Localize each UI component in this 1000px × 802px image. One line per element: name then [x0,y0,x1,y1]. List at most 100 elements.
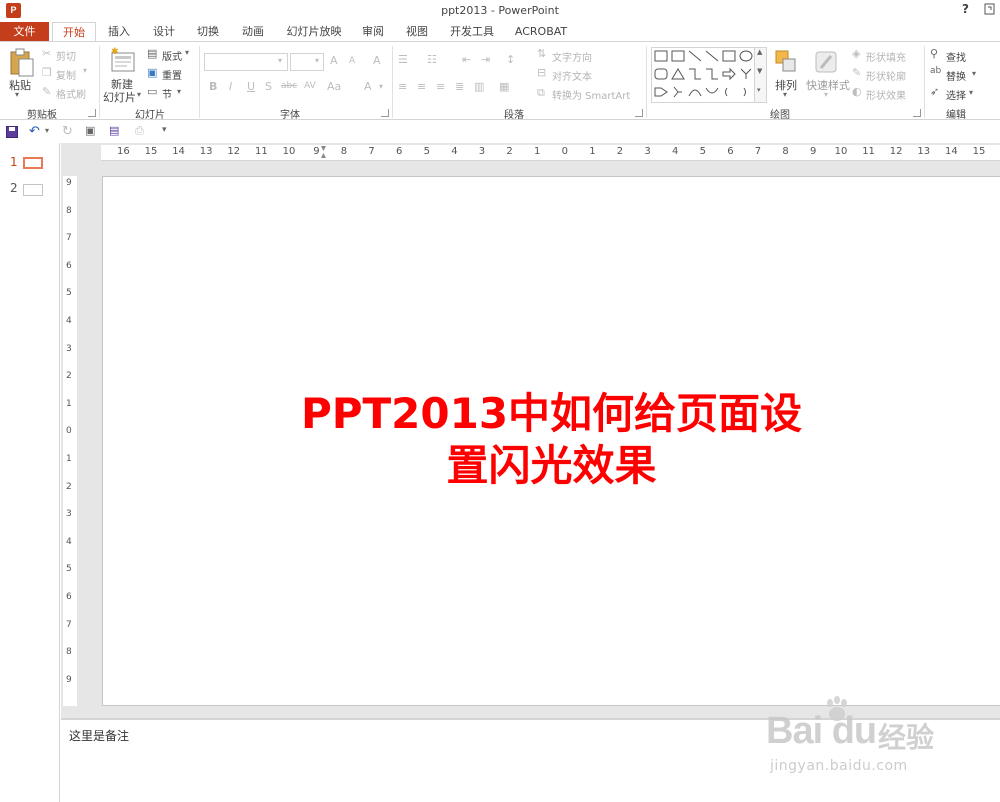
vertical-ruler[interactable]: 9 8 7 6 5 4 3 2 1 0 1 2 3 4 5 6 7 8 9 [63,176,77,706]
paste-button[interactable]: 粘贴 [9,77,31,93]
tab-developer[interactable]: 开发工具 [449,22,495,42]
gallery-up-icon[interactable]: ▲ [757,48,762,56]
underline-icon[interactable]: U [247,80,255,93]
arrange-dropdown-icon[interactable]: ▾ [783,90,787,99]
font-group-label: 字体 [280,110,300,121]
slide-canvas[interactable]: PPT2013中如何给页面设 置闪光效果 [102,176,1000,706]
shape-fill-button[interactable]: 形状填充 [866,49,906,64]
font-launcher-icon[interactable] [381,109,389,117]
select-button[interactable]: 选择 [946,87,966,102]
layout-button[interactable]: 版式 [162,48,182,63]
copy-icon: ❐ [42,66,52,79]
section-button[interactable]: 节 [162,86,172,101]
align-right-icon[interactable]: ≡ [436,80,445,93]
increase-indent-icon[interactable]: ⇥ [481,53,490,66]
tab-design[interactable]: 设计 [152,22,176,42]
justify-icon[interactable]: ≣ [455,80,464,93]
paste-icon[interactable] [9,48,35,78]
customize-qat-icon[interactable]: ▾ [162,125,167,135]
print-preview-icon[interactable]: ⎙ [135,124,144,138]
tab-transitions[interactable]: 切换 [196,22,220,42]
layout-dropdown-icon[interactable]: ▾ [185,48,189,57]
ribbon-display-options-icon[interactable] [984,2,996,16]
tab-home[interactable]: 开始 [52,22,96,43]
distributed-icon[interactable]: ▥ [474,80,484,93]
tab-review[interactable]: 审阅 [361,22,385,42]
notes-text[interactable]: 这里是备注 [69,727,129,744]
tab-animations[interactable]: 动画 [241,22,265,42]
paste-dropdown-icon[interactable]: ▾ [15,90,19,99]
find-button[interactable]: 查找 [946,49,966,64]
shapes-gallery-scroll[interactable]: ▲ ▼ ▾ [754,47,767,103]
font-color-icon[interactable]: A [364,80,372,93]
new-slide-dropdown-icon[interactable]: ▾ [137,90,141,99]
slide-thumbnail-1[interactable] [23,157,43,169]
clipboard-launcher-icon[interactable] [88,109,96,117]
ruler-label: 15 [972,146,986,157]
replace-dropdown-icon[interactable]: ▾ [972,69,976,78]
replace-button[interactable]: 替换 [946,68,966,83]
tab-slideshow[interactable]: 幻灯片放映 [286,22,342,42]
slide-thumbnail-2[interactable] [23,184,43,196]
reset-button[interactable]: 重置 [162,67,182,82]
arrange-icon[interactable] [773,48,799,76]
drawing-launcher-icon[interactable] [913,109,921,117]
shapes-gallery[interactable] [651,47,767,103]
font-name-combo[interactable] [204,53,288,71]
line-spacing-icon[interactable]: ↕ [506,53,515,66]
change-case-icon[interactable]: Aa [327,80,341,93]
shape-effects-button[interactable]: 形状效果 [866,87,906,102]
indent-marker-icon[interactable] [321,146,326,158]
select-dropdown-icon[interactable]: ▾ [969,88,973,97]
new-slide-button-line2[interactable]: 幻灯片 [103,89,136,105]
text-direction-button[interactable]: 文字方向 [552,49,592,64]
align-center-icon[interactable]: ≡ [417,80,426,93]
italic-icon[interactable]: I [229,80,232,93]
paragraph-launcher-icon[interactable] [635,109,643,117]
tab-file[interactable]: 文件 [0,22,49,42]
font-color-dropdown-icon[interactable]: ▾ [379,82,383,91]
format-painter-button[interactable]: 格式刷 [56,86,86,101]
strikethrough-icon[interactable]: abc [281,81,297,91]
ruler-label: 1 [66,398,72,409]
tab-insert[interactable]: 插入 [107,22,131,42]
clear-formatting-icon[interactable]: A [373,54,381,67]
numbering-icon[interactable]: ☷ [427,53,437,66]
font-name-dropdown-icon[interactable]: ▾ [278,56,282,65]
shrink-font-icon[interactable]: A [349,56,355,66]
start-slideshow-icon[interactable]: ▣ [85,124,95,137]
ruler-label: 7 [368,146,375,157]
font-size-dropdown-icon[interactable]: ▾ [315,56,319,65]
bold-icon[interactable]: B [209,80,217,93]
tab-acrobat[interactable]: ACROBAT [513,22,569,42]
save-icon[interactable] [6,126,18,138]
undo-icon[interactable]: ↶ [29,124,40,139]
save-as-icon[interactable]: ▤ [109,124,119,137]
text-shadow-icon[interactable]: S [265,80,272,93]
quick-styles-dropdown-icon[interactable]: ▾ [824,90,828,99]
align-left-icon[interactable]: ≡ [398,80,407,93]
cut-button[interactable]: 剪切 [56,48,76,63]
shape-outline-button[interactable]: 形状轮廓 [866,68,906,83]
align-text-button[interactable]: 对齐文本 [552,68,592,83]
bullets-icon[interactable]: ☰ [398,53,408,66]
convert-smartart-button[interactable]: 转换为 SmartArt [552,87,630,102]
help-button[interactable]: ? [962,2,969,16]
thumbnail-number: 2 [10,181,18,195]
decrease-indent-icon[interactable]: ⇤ [462,53,471,66]
copy-button[interactable]: 复制 [56,67,76,82]
gallery-more-icon[interactable]: ▾ [757,86,761,94]
new-slide-icon[interactable]: ✱ [109,47,135,75]
horizontal-ruler[interactable]: 16 15 14 13 12 11 10 9 8 7 6 5 4 3 2 1 0 1 2 3 4 5 6 7 8 9 10 11 12 1… [101,145,1000,161]
grow-font-icon[interactable]: A [330,54,338,67]
undo-dropdown-icon[interactable]: ▾ [45,126,49,135]
ruler-label: 7 [66,233,72,244]
slide-title-textbox[interactable]: PPT2013中如何给页面设 置闪光效果 [103,388,1000,492]
columns-icon[interactable]: ▦ [499,80,509,93]
character-spacing-icon[interactable]: AV [304,81,316,91]
gallery-down-icon[interactable]: ▼ [757,67,762,75]
section-dropdown-icon[interactable]: ▾ [177,87,181,96]
ruler-label: 3 [66,343,72,354]
quick-styles-icon[interactable] [812,48,840,76]
tab-view[interactable]: 视图 [405,22,429,42]
